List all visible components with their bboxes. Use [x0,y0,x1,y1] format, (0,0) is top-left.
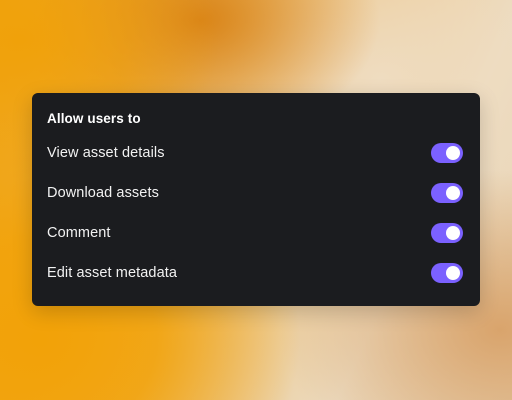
comment-toggle[interactable] [431,223,463,243]
permission-label: View asset details [47,145,165,161]
toggle-knob [446,146,460,160]
permission-label: Comment [47,225,111,241]
permission-row-edit-asset-metadata: Edit asset metadata [47,261,463,285]
permission-row-download-assets: Download assets [47,181,463,205]
permissions-panel: Allow users to View asset details Downlo… [32,93,480,306]
permission-row-view-asset-details: View asset details [47,141,463,165]
view-asset-details-toggle[interactable] [431,143,463,163]
toggle-knob [446,186,460,200]
toggle-knob [446,226,460,240]
toggle-knob [446,266,460,280]
download-assets-toggle[interactable] [431,183,463,203]
panel-title: Allow users to [47,111,141,126]
permission-row-comment: Comment [47,221,463,245]
permission-label: Edit asset metadata [47,265,178,281]
permission-label: Download assets [47,185,159,201]
edit-asset-metadata-toggle[interactable] [431,263,463,283]
